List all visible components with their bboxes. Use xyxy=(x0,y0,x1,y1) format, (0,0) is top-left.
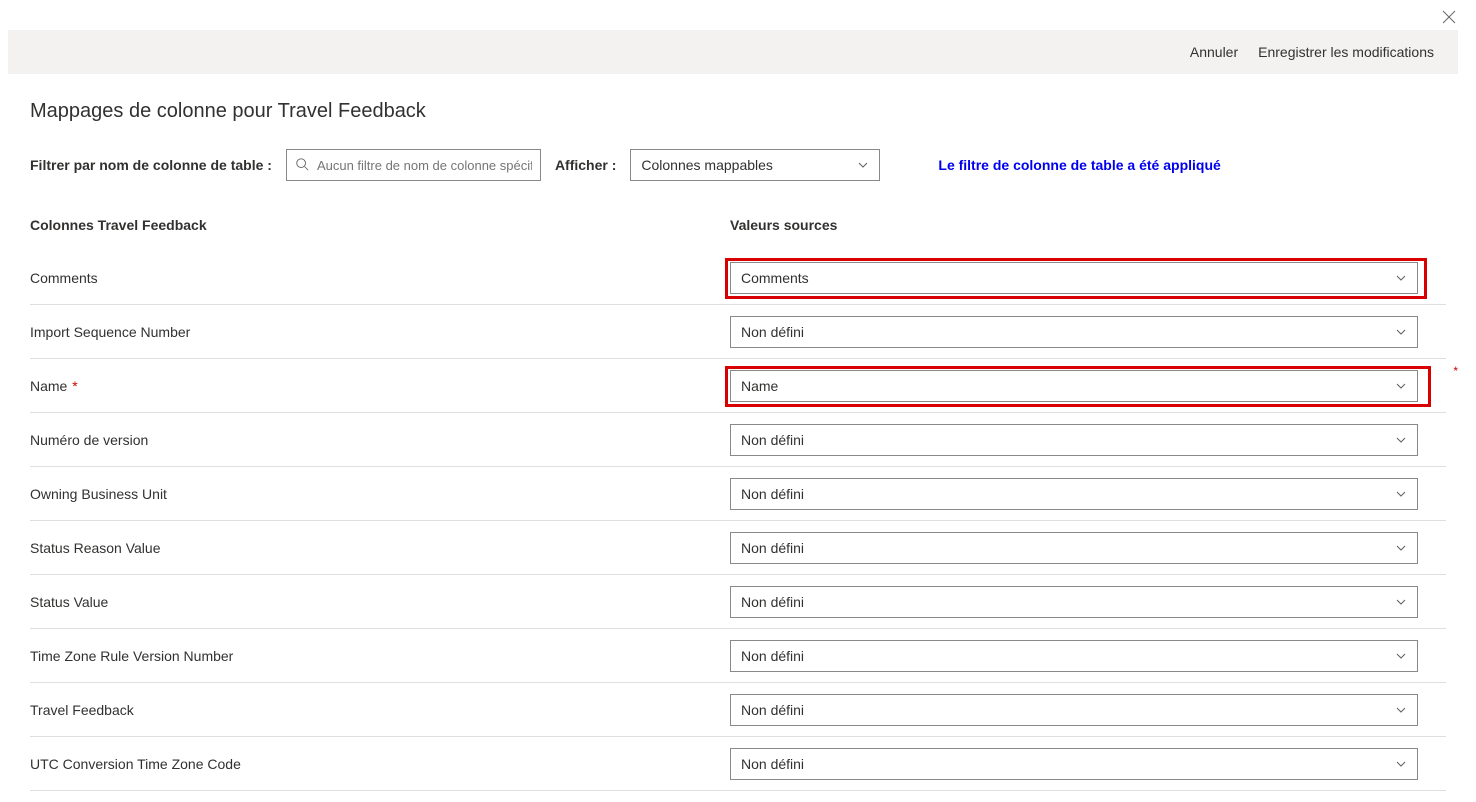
source-value-text: Non défini xyxy=(741,486,804,502)
header-left: Colonnes Travel Feedback xyxy=(30,217,730,233)
filter-label: Filtrer par nom de colonne de table : xyxy=(30,157,272,173)
table-row: Travel Feedback Non défini xyxy=(30,683,1446,737)
source-value-select[interactable]: Non défini xyxy=(730,748,1418,780)
table-header: Colonnes Travel Feedback Valeurs sources xyxy=(30,209,1446,251)
display-select[interactable]: Colonnes mappables xyxy=(630,149,880,181)
source-value-select[interactable]: Name xyxy=(730,370,1418,402)
source-value-text: Non défini xyxy=(741,594,804,610)
filter-row: Filtrer par nom de colonne de table : Af… xyxy=(30,149,1446,181)
filter-input[interactable] xyxy=(317,158,532,173)
source-value-select[interactable]: Non défini xyxy=(730,478,1418,510)
source-value-text: Name xyxy=(741,378,778,394)
search-icon xyxy=(295,157,309,174)
chevron-down-icon xyxy=(1395,650,1407,662)
source-value-text: Non défini xyxy=(741,540,804,556)
table-row: Import Sequence Number Non défini xyxy=(30,305,1446,359)
column-label: Import Sequence Number xyxy=(30,324,730,340)
chevron-down-icon xyxy=(1395,542,1407,554)
table-row: Comments Comments xyxy=(30,251,1446,305)
table-row: Name * Name * xyxy=(30,359,1446,413)
save-button[interactable]: Enregistrer les modifications xyxy=(1258,44,1434,60)
column-label: Numéro de version xyxy=(30,432,730,448)
table-row: UTC Conversion Time Zone Code Non défini xyxy=(30,737,1446,791)
table-row: Owning Business Unit Non défini xyxy=(30,467,1446,521)
chevron-down-icon xyxy=(857,159,869,171)
column-label: Comments xyxy=(30,270,730,286)
action-bar: Annuler Enregistrer les modifications xyxy=(8,30,1458,74)
header-right: Valeurs sources xyxy=(730,217,1446,233)
source-value-text: Non défini xyxy=(741,648,804,664)
chevron-down-icon xyxy=(1395,704,1407,716)
filter-search-box[interactable] xyxy=(286,149,541,181)
filter-applied-notice: Le filtre de colonne de table a été appl… xyxy=(938,157,1220,173)
page-title: Mappages de colonne pour Travel Feedback xyxy=(30,100,1446,123)
chevron-down-icon xyxy=(1395,380,1407,392)
source-value-select[interactable]: Non défini xyxy=(730,316,1418,348)
required-asterisk: * xyxy=(1453,364,1458,378)
column-label: Time Zone Rule Version Number xyxy=(30,648,730,664)
chevron-down-icon xyxy=(1395,758,1407,770)
source-value-text: Non défini xyxy=(741,756,804,772)
display-label: Afficher : xyxy=(555,157,616,173)
column-label: UTC Conversion Time Zone Code xyxy=(30,756,730,772)
source-value-select[interactable]: Comments xyxy=(730,262,1418,294)
source-value-text: Non défini xyxy=(741,702,804,718)
table-row: Time Zone Rule Version Number Non défini xyxy=(30,629,1446,683)
chevron-down-icon xyxy=(1395,326,1407,338)
source-value-select[interactable]: Non défini xyxy=(730,586,1418,618)
chevron-down-icon xyxy=(1395,596,1407,608)
chevron-down-icon xyxy=(1395,488,1407,500)
display-select-value: Colonnes mappables xyxy=(641,157,773,173)
column-label: Status Value xyxy=(30,594,730,610)
column-label: Name * xyxy=(30,378,730,394)
source-value-text: Non défini xyxy=(741,432,804,448)
chevron-down-icon xyxy=(1395,434,1407,446)
table-row: Status Reason Value Non défini xyxy=(30,521,1446,575)
mapping-table: Colonnes Travel Feedback Valeurs sources… xyxy=(30,209,1446,791)
column-label: Status Reason Value xyxy=(30,540,730,556)
close-button[interactable] xyxy=(1440,8,1458,26)
chevron-down-icon xyxy=(1395,272,1407,284)
source-value-select[interactable]: Non défini xyxy=(730,640,1418,672)
source-value-text: Comments xyxy=(741,270,809,286)
column-label: Owning Business Unit xyxy=(30,486,730,502)
table-row: Numéro de version Non défini xyxy=(30,413,1446,467)
source-value-select[interactable]: Non défini xyxy=(730,424,1418,456)
required-asterisk: * xyxy=(68,378,77,394)
source-value-select[interactable]: Non défini xyxy=(730,532,1418,564)
source-value-text: Non défini xyxy=(741,324,804,340)
table-row: Status Value Non défini xyxy=(30,575,1446,629)
column-label: Travel Feedback xyxy=(30,702,730,718)
source-value-select[interactable]: Non défini xyxy=(730,694,1418,726)
cancel-button[interactable]: Annuler xyxy=(1190,44,1238,60)
